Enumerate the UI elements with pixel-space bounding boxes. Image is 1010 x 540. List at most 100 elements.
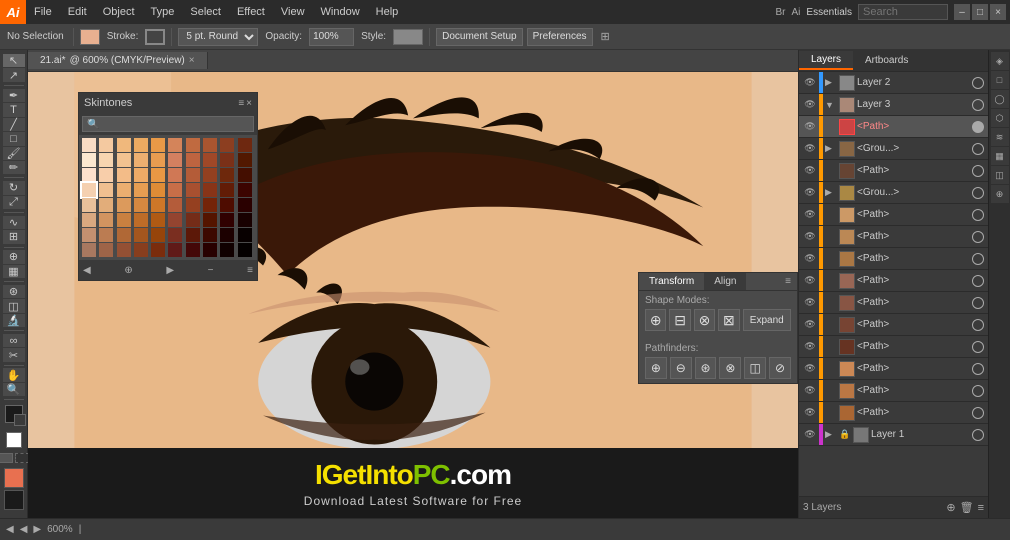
swatch-41[interactable] xyxy=(99,198,113,212)
layer-item-path7[interactable]: 👁 <Path> xyxy=(799,292,988,314)
layer-item-grou2[interactable]: 👁 ▶ <Grou...> xyxy=(799,182,988,204)
swatch-27[interactable] xyxy=(203,168,217,182)
swatch-33[interactable] xyxy=(134,183,148,197)
swatch-31[interactable] xyxy=(99,183,113,197)
rectangle-tool[interactable]: □ xyxy=(3,132,25,145)
crop-button[interactable]: ⊗ xyxy=(719,357,741,379)
fill-color[interactable] xyxy=(5,405,23,423)
pencil-tool[interactable]: ✏ xyxy=(3,161,25,174)
swatch-16[interactable] xyxy=(186,153,200,167)
swatch-3[interactable] xyxy=(134,138,148,152)
panel-titlebar[interactable]: Skintones ≡ × xyxy=(79,93,257,113)
grou2-visibility[interactable]: 👁 xyxy=(803,187,817,198)
line-tool[interactable]: ╱ xyxy=(3,118,25,131)
scale-tool[interactable]: ⤢ xyxy=(3,196,25,209)
eyedropper-tool[interactable]: 🔬 xyxy=(3,314,25,327)
swatch-22[interactable] xyxy=(117,168,131,182)
swatch-62[interactable] xyxy=(117,228,131,242)
panel-options-button[interactable]: ≡ xyxy=(247,265,253,276)
color-box-1[interactable] xyxy=(4,468,24,488)
path3-target[interactable] xyxy=(972,209,984,221)
path12-target[interactable] xyxy=(972,407,984,419)
panel-add-button[interactable]: ⊕ xyxy=(124,265,132,276)
swatch-50[interactable] xyxy=(82,213,96,227)
path3-visibility[interactable]: 👁 xyxy=(803,209,817,220)
free-transform-tool[interactable]: ⊞ xyxy=(3,230,25,243)
outline-button[interactable]: ◫ xyxy=(744,357,766,379)
panel-prev-button[interactable]: ◀ xyxy=(83,265,91,276)
panel-delete-button[interactable]: − xyxy=(208,265,214,276)
merge-button[interactable]: ⊛ xyxy=(695,357,717,379)
delete-layer-button[interactable]: 🗑 xyxy=(960,501,974,514)
document-setup-button[interactable]: Document Setup xyxy=(436,28,523,46)
arrange-icon[interactable]: ⊞ xyxy=(601,30,610,43)
path1-target[interactable] xyxy=(972,121,984,133)
layer-menu-button[interactable]: ≡ xyxy=(978,501,984,514)
path2-visibility[interactable]: 👁 xyxy=(803,165,817,176)
minimize-button[interactable]: – xyxy=(954,4,970,20)
swatch-56[interactable] xyxy=(186,213,200,227)
column-graph-tool[interactable]: ▦ xyxy=(3,265,25,278)
layer1-target[interactable] xyxy=(972,429,984,441)
close-button[interactable]: × xyxy=(990,4,1006,20)
menu-window[interactable]: Window xyxy=(313,3,368,21)
brush-dropdown[interactable]: 5 pt. Round xyxy=(178,28,258,46)
swatch-30[interactable] xyxy=(82,183,96,197)
swatch-19[interactable] xyxy=(238,153,252,167)
layer-item-path11[interactable]: 👁 <Path> xyxy=(799,380,988,402)
swatch-60[interactable] xyxy=(82,228,96,242)
menu-view[interactable]: View xyxy=(273,3,313,21)
swatch-18[interactable] xyxy=(220,153,234,167)
menu-type[interactable]: Type xyxy=(143,3,183,21)
tp-menu-icon[interactable]: ≡ xyxy=(779,273,797,290)
swatch-47[interactable] xyxy=(203,198,217,212)
layer-item-path8[interactable]: 👁 <Path> xyxy=(799,314,988,336)
new-layer-button[interactable]: ⊕ xyxy=(946,501,955,514)
swatch-54[interactable] xyxy=(151,213,165,227)
panel-close-button[interactable]: × xyxy=(246,98,252,109)
artboard-next[interactable]: ▶ xyxy=(33,524,41,535)
swatch-35[interactable] xyxy=(168,183,182,197)
swatch-34[interactable] xyxy=(151,183,165,197)
swatch-1[interactable] xyxy=(99,138,113,152)
layer-item-grou1[interactable]: 👁 ▶ <Grou...> xyxy=(799,138,988,160)
swatch-61[interactable] xyxy=(99,228,113,242)
fr-btn6[interactable]: ▦ xyxy=(991,147,1009,165)
swatch-28[interactable] xyxy=(220,168,234,182)
swatch-6[interactable] xyxy=(186,138,200,152)
swatch-11[interactable] xyxy=(99,153,113,167)
path6-visibility[interactable]: 👁 xyxy=(803,275,817,286)
layer3-target[interactable] xyxy=(972,99,984,111)
prev-button[interactable]: ◀ xyxy=(6,524,14,535)
path8-visibility[interactable]: 👁 xyxy=(803,319,817,330)
path10-target[interactable] xyxy=(972,363,984,375)
warp-tool[interactable]: ∿ xyxy=(3,216,25,229)
layer-item-path10[interactable]: 👁 <Path> xyxy=(799,358,988,380)
grou2-expand[interactable]: ▶ xyxy=(825,187,837,198)
unite-button[interactable]: ⊕ xyxy=(645,309,666,331)
fr-btn5[interactable]: ≋ xyxy=(991,128,1009,146)
swatch-search-input[interactable] xyxy=(82,116,254,132)
swatch-5[interactable] xyxy=(168,138,182,152)
maximize-button[interactable]: □ xyxy=(972,4,988,20)
swatch-75[interactable] xyxy=(168,243,182,257)
swatch-15[interactable] xyxy=(168,153,182,167)
rotate-tool[interactable]: ↻ xyxy=(3,181,25,194)
zoom-tool[interactable]: 🔍 xyxy=(3,383,25,396)
exclude-button[interactable]: ⊠ xyxy=(718,309,739,331)
fr-btn3[interactable]: ◯ xyxy=(991,90,1009,108)
swatch-40[interactable] xyxy=(82,198,96,212)
symbol-tool[interactable]: ⊕ xyxy=(3,250,25,263)
swatch-7[interactable] xyxy=(203,138,217,152)
hand-tool[interactable]: ✋ xyxy=(3,368,25,381)
swatch-72[interactable] xyxy=(117,243,131,257)
scissors-tool[interactable]: ✂ xyxy=(3,348,25,361)
layer-item-layer1[interactable]: 👁 ▶ 🔒 Layer 1 xyxy=(799,424,988,446)
fr-btn7[interactable]: ◫ xyxy=(991,166,1009,184)
path12-visibility[interactable]: 👁 xyxy=(803,407,817,418)
swatch-57[interactable] xyxy=(203,213,217,227)
artboard-prev[interactable]: ◀ xyxy=(20,524,28,535)
br-icon[interactable]: Br xyxy=(776,7,786,18)
grou1-target[interactable] xyxy=(972,143,984,155)
swatch-4[interactable] xyxy=(151,138,165,152)
